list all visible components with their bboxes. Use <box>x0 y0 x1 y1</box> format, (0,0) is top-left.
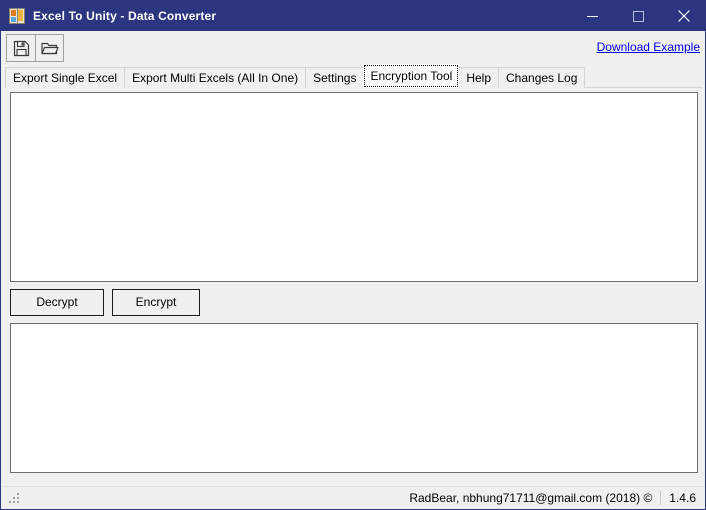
tab-help[interactable]: Help <box>458 67 499 88</box>
floppy-disk-icon <box>12 39 31 58</box>
encryption-tool-panel: Decrypt Encrypt <box>5 88 703 478</box>
decrypt-button[interactable]: Decrypt <box>10 289 104 316</box>
input-textarea-wrapper <box>10 92 698 282</box>
tab-strip: Export Single Excel Export Multi Excels … <box>5 64 703 89</box>
title-bar: Excel To Unity - Data Converter <box>1 1 705 31</box>
close-button[interactable] <box>661 1 705 31</box>
tab-export-single-excel[interactable]: Export Single Excel <box>5 67 126 88</box>
application-window: Excel To Unity - Data Converter Download… <box>0 0 706 510</box>
encryption-output-textarea[interactable] <box>11 324 697 472</box>
toolbar-button-group <box>6 34 64 62</box>
minimize-button[interactable] <box>569 1 615 31</box>
status-credits: RadBear, nbhung71711@gmail.com (2018) © <box>409 491 653 505</box>
status-bar-panels: RadBear, nbhung71711@gmail.com (2018) © … <box>403 487 705 509</box>
download-example-link[interactable]: Download Example <box>597 40 700 54</box>
status-separator <box>660 491 662 505</box>
tab-changes-log[interactable]: Changes Log <box>498 67 586 88</box>
tab-list: Export Single Excel Export Multi Excels … <box>5 64 586 88</box>
status-version: 1.4.6 <box>669 491 696 505</box>
window-title: Excel To Unity - Data Converter <box>33 9 217 23</box>
tab-export-multi-excels[interactable]: Export Multi Excels (All In One) <box>124 67 307 88</box>
open-button[interactable] <box>35 35 63 61</box>
app-form-icon <box>9 8 25 24</box>
status-bar: RadBear, nbhung71711@gmail.com (2018) © … <box>2 486 705 509</box>
window-controls <box>569 1 705 31</box>
toolbar: Download Example <box>2 31 705 65</box>
save-button[interactable] <box>7 35 35 61</box>
tab-settings[interactable]: Settings <box>305 67 365 88</box>
action-button-row: Decrypt Encrypt <box>10 289 698 317</box>
output-textarea-wrapper <box>10 323 698 473</box>
encryption-input-textarea[interactable] <box>11 93 697 281</box>
maximize-button[interactable] <box>615 1 661 31</box>
tab-encryption-tool[interactable]: Encryption Tool <box>363 64 460 88</box>
folder-open-icon <box>40 39 59 58</box>
encrypt-button[interactable]: Encrypt <box>112 289 200 316</box>
resize-grip-icon[interactable] <box>9 493 21 505</box>
